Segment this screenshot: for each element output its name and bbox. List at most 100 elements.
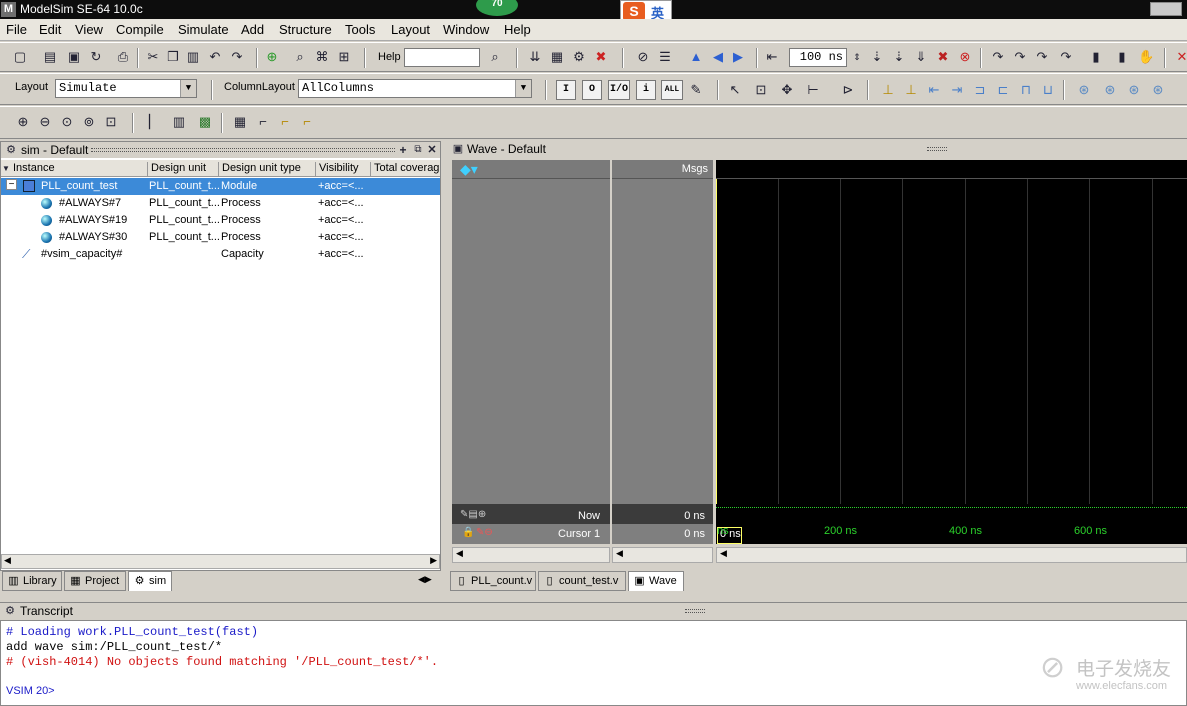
menu-edit[interactable]: Edit [39,22,61,37]
command-prompt[interactable]: VSIM 20> [6,685,55,697]
scroll-left-icon[interactable]: ◀ [456,548,463,559]
wave-color-icon[interactable]: ▩ [197,114,213,130]
wave-style-icon[interactable]: ▦ [232,114,248,130]
tree-row-vsim-capacity[interactable]: ⟋ #vsim_capacity# Capacity +acc=<... [1,246,440,263]
panel-grip[interactable] [927,147,947,151]
find-binoculars-icon[interactable]: ⌕ [292,49,308,65]
edge-prev-icon[interactable]: ⊥ [880,82,896,98]
performance-icon[interactable]: ▮ [1088,49,1104,65]
edit-mode-icon[interactable]: ⊳ [840,82,856,98]
simulate-icon[interactable]: ⚙ [571,49,587,65]
list-nav-icon[interactable]: ☰ [657,49,673,65]
wave-timeline[interactable]: 0 ns [716,504,1187,544]
dataflow-next-icon[interactable]: ⊛ [1126,82,1142,98]
column-design-unit-type[interactable]: Design unit type [219,162,316,177]
panel-grip[interactable] [91,148,395,152]
wave-edge-icon[interactable]: ⌐ [255,114,271,130]
edge-right-icon[interactable]: ⇥ [949,82,965,98]
menu-view[interactable]: View [75,22,103,37]
help-search-icon[interactable]: ⌕ [487,49,503,65]
menu-simulate[interactable]: Simulate [178,22,229,37]
rising-edge-icon[interactable]: ⊏ [995,82,1011,98]
search-edge-icon[interactable]: ⊔ [1040,82,1056,98]
transcript-console[interactable]: # Loading work.PLL_count_test(fast) add … [0,620,1187,706]
menu-file[interactable]: File [6,22,27,37]
copy-icon[interactable]: ❐ [165,49,181,65]
run-icon[interactable]: ⇣ [869,49,885,65]
tab-count-test-v[interactable]: ▯ count_test.v [538,571,626,591]
zoom-cursor-icon[interactable]: ⊚ [81,114,97,130]
tab-library[interactable]: ▥ Library [2,571,62,591]
tree-row-always-30[interactable]: #ALWAYS#30 PLL_count_t... Process +acc=<… [1,229,440,246]
column-design-unit[interactable]: Design unit [148,162,219,177]
tree-row-always-19[interactable]: #ALWAYS#19 PLL_count_t... Process +acc=<… [1,212,440,229]
filter-internal-button[interactable]: i [636,80,656,100]
layout-select[interactable]: Simulate ▼ [55,79,197,98]
stop-sign-icon[interactable]: ⊘ [635,49,651,65]
tab-sim[interactable]: ⚙ sim [128,571,172,591]
falling-edge-icon[interactable]: ⊐ [972,82,988,98]
wave-column-icon[interactable]: ▥ [171,114,187,130]
scroll-left-icon[interactable]: ◀ [720,548,727,559]
close-panel-icon[interactable]: ✕ [424,142,440,158]
reload-icon[interactable]: ↻ [88,49,104,65]
edge-left-icon[interactable]: ⇤ [926,82,942,98]
wave-marker-next-icon[interactable]: ⌐ [299,114,315,130]
run-length-spinner-icon[interactable]: ⇕ [849,49,865,65]
zoom-full-icon[interactable]: ⊙ [59,114,75,130]
maximize-button[interactable] [1150,2,1182,16]
panel-grip[interactable] [685,609,705,613]
open-folder-icon[interactable]: ▤ [42,49,58,65]
tab-scroll-icon[interactable]: ◀▶ [418,574,432,585]
dataflow-expand-icon[interactable]: ⊛ [1150,82,1166,98]
menu-help[interactable]: Help [504,22,531,37]
hierarchy-icon[interactable]: ⊞ [336,49,352,65]
edge-next-icon[interactable]: ⊥ [903,82,919,98]
tab-project[interactable]: ▦ Project [64,571,126,591]
undo-icon[interactable]: ↶ [207,49,223,65]
close-icon[interactable]: ✕ [1174,49,1187,65]
menu-compile[interactable]: Compile [116,22,164,37]
tree-row-pll-count-test[interactable]: − PLL_count_test PLL_count_t... Module +… [1,178,440,195]
tab-pll-count-v[interactable]: ▯ PLL_count.v [450,571,536,591]
collapse-toggle-icon[interactable]: − [6,179,17,190]
dataflow-prev-icon[interactable]: ⊛ [1102,82,1118,98]
filter-output-button[interactable]: O [582,80,602,100]
column-total-coverage[interactable]: Total coverag [371,162,440,177]
cursor-delete-icon[interactable]: ✎⊖ [476,527,493,538]
menu-window[interactable]: Window [443,22,489,37]
wave-signal-names[interactable]: ◆▾ [452,160,610,504]
run-all-icon[interactable]: ⇓ [913,49,929,65]
columnlayout-select[interactable]: AllColumns ▼ [298,79,532,98]
wand-icon[interactable]: ✎ [688,82,704,98]
now-tools-icon[interactable]: ✎▤⊕ [460,509,486,520]
arrow-up-icon[interactable]: ▲ [688,49,704,65]
run-length-input[interactable]: 100 ns [789,48,847,67]
tree-row-always-7[interactable]: #ALWAYS#7 PLL_count_t... Process +acc=<.… [1,195,440,212]
zoom-out-icon[interactable]: ⊖ [37,114,53,130]
chevron-down-icon[interactable]: ▼ [515,80,531,97]
step-over-icon[interactable]: ↷ [1012,49,1028,65]
help-search-input[interactable] [404,48,480,67]
chevron-down-icon[interactable]: ▼ [180,80,196,97]
menu-structure[interactable]: Structure [279,22,332,37]
filter-all-button[interactable]: ALL [661,80,683,100]
wave-format-icon[interactable]: ▏ [146,114,162,130]
step-options-icon[interactable]: ↷ [1058,49,1074,65]
wave-marker-icon[interactable]: ⌐ [277,114,293,130]
cursor-lock-icon[interactable]: 🔒 [462,527,474,538]
zoom-box-icon[interactable]: ⊡ [753,82,769,98]
zoom-range-icon[interactable]: ⊡ [103,114,119,130]
scroll-left-icon[interactable]: ◀ [616,548,623,559]
dock-icon[interactable]: + [395,142,411,158]
cut-icon[interactable]: ✂ [145,49,161,65]
continue-run-icon[interactable]: ⇣ [891,49,907,65]
column-visibility[interactable]: Visibility [316,162,371,177]
insert-cursor-icon[interactable]: ⊢ [805,82,821,98]
paste-icon[interactable]: ▥ [185,49,201,65]
restart-icon[interactable]: ⇤ [764,49,780,65]
any-edge-icon[interactable]: ⊓ [1018,82,1034,98]
stop-icon[interactable]: ⊗ [957,49,973,65]
menu-layout[interactable]: Layout [391,22,430,37]
add-icon[interactable]: ⊕ [264,49,280,65]
